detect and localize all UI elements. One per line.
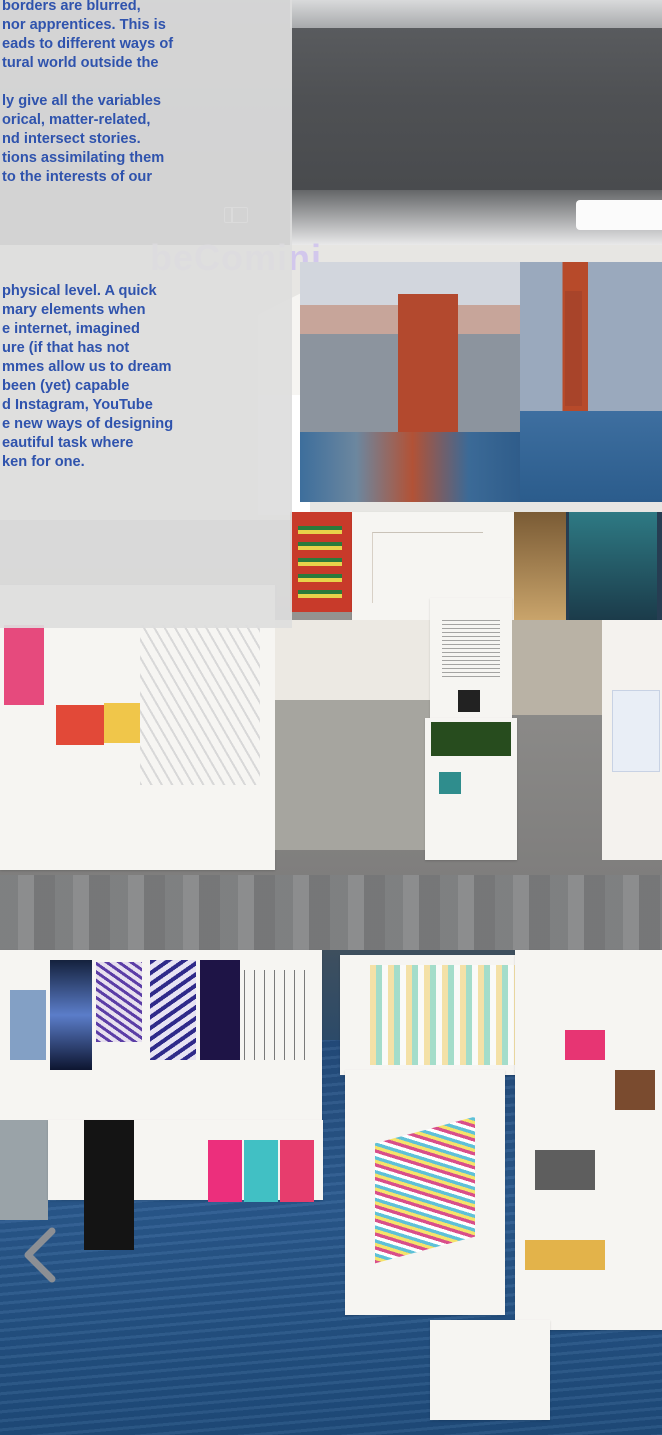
text-line: borders are blurred,: [2, 0, 141, 14]
drawing-thumb: [0, 1120, 48, 1220]
text-line: ure (if that has not: [2, 340, 130, 356]
collage-screen: beCominj: [0, 0, 662, 1435]
bottom-document: [430, 1320, 550, 1420]
text-line: mary elements when: [2, 302, 146, 318]
poster-green: [425, 718, 517, 860]
photo-wall-left: [275, 700, 430, 850]
map-strip-right: [602, 620, 662, 860]
text-line: tions assimilating them: [2, 150, 165, 166]
overlay-paragraph-1: borders are blurred, nor apprentices. Th…: [2, 0, 173, 73]
axonometric-drawing: [345, 1070, 505, 1315]
overlay-paragraph-2: ly give all the variables orical, matter…: [2, 92, 164, 187]
text-document: [430, 598, 512, 718]
photo-collage-strip: [514, 512, 662, 620]
tower-photo: [520, 262, 662, 502]
text-line: ken for one.: [2, 454, 85, 470]
text-line: d Instagram, YouTube: [2, 397, 153, 413]
article-text-overlay: borders are blurred, nor apprentices. Th…: [0, 0, 292, 628]
lower-collage-left: [0, 950, 322, 1120]
text-line: to the interests of our: [2, 169, 152, 185]
horizon-stripe: [0, 875, 662, 950]
text-line: nd intersect stories.: [2, 131, 141, 147]
text-line: eautiful task where: [2, 435, 134, 451]
address-bar[interactable]: [576, 200, 662, 230]
right-document-column: [515, 950, 662, 1330]
text-line: eads to different ways of: [2, 36, 174, 52]
text-line: mmes allow us to dream: [2, 359, 172, 375]
window-top-band: [290, 0, 662, 28]
harbour-photo: [300, 262, 525, 502]
text-line: orical, matter-related,: [2, 112, 151, 128]
text-line: been (yet) capable: [2, 378, 130, 394]
interior-photo: [512, 620, 602, 715]
text-line: e internet, imagined: [2, 321, 140, 337]
red-poster-thumbnail: [290, 512, 352, 612]
text-line: ly give all the variables: [2, 93, 161, 109]
text-line: nor apprentices. This is: [2, 17, 166, 33]
chevron-left-icon[interactable]: [18, 1225, 62, 1285]
magenta-posters: [48, 1120, 323, 1250]
document-page: [275, 620, 430, 700]
overlay-paragraph-3: physical level. A quick mary elements wh…: [2, 282, 173, 472]
text-line: tural world outside the: [2, 55, 159, 71]
text-line: e new ways of designing: [2, 416, 174, 432]
text-line: physical level. A quick: [2, 283, 157, 299]
